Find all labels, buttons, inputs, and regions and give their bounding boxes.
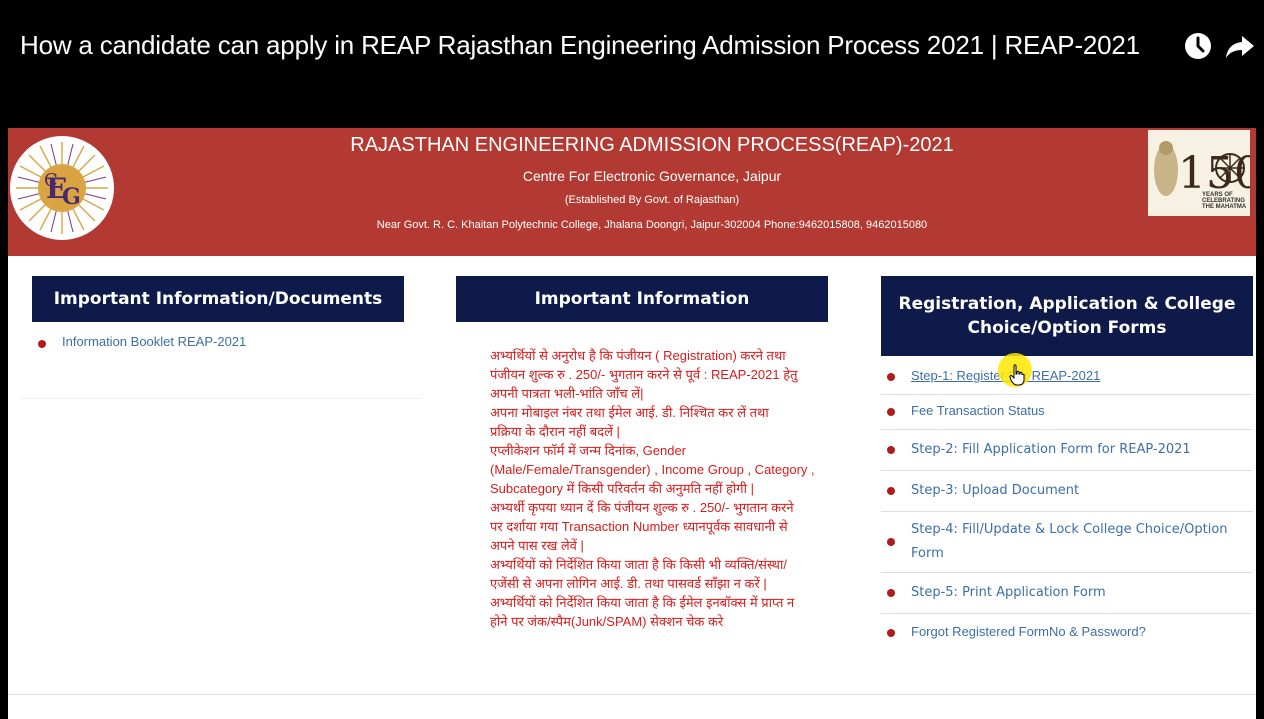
hand-pointer-icon bbox=[1009, 364, 1025, 386]
video-title[interactable]: How a candidate can apply in REAP Rajast… bbox=[20, 30, 1140, 61]
list-item[interactable]: Step-4: Fill/Update & Lock College Choic… bbox=[881, 512, 1253, 573]
bullet-icon bbox=[887, 487, 895, 495]
list-item[interactable]: Fee Transaction Status bbox=[881, 395, 1253, 430]
banner-title: RAJASTHAN ENGINEERING ADMISSION PROCESS(… bbox=[350, 134, 954, 156]
bullet-icon bbox=[887, 538, 895, 546]
150-years-badge: 150 YEARS OF CELEBRATING THE MAHATMA bbox=[1148, 130, 1262, 216]
important-info-heading: Important Information bbox=[456, 276, 828, 322]
clock-icon[interactable] bbox=[1182, 30, 1214, 62]
important-documents-heading: Important Information/Documents bbox=[32, 276, 404, 322]
bullet-icon bbox=[887, 373, 895, 381]
banner-address: Near Govt. R. C. Khaitan Polytechnic Col… bbox=[376, 219, 928, 231]
list-item[interactable]: Forgot Registered FormNo & Password? bbox=[881, 614, 1253, 652]
list-item[interactable]: Step-1: Register For REAP-2021 bbox=[881, 360, 1253, 395]
bullet-icon bbox=[887, 589, 895, 597]
bullet-icon bbox=[38, 340, 46, 348]
step5-print-form-link[interactable]: Step-5: Print Application Form bbox=[911, 581, 1253, 605]
documents-list: Information Booklet REAP-2021 bbox=[32, 334, 404, 360]
fee-transaction-status-link[interactable]: Fee Transaction Status bbox=[911, 399, 1253, 423]
banner-established: (Established By Govt. of Rajasthan) bbox=[564, 194, 740, 206]
list-item[interactable]: Information Booklet REAP-2021 bbox=[32, 334, 404, 360]
registration-list: Step-1: Register For REAP-2021 Fee Trans… bbox=[881, 360, 1253, 652]
video-title-bar: How a candidate can apply in REAP Rajast… bbox=[0, 0, 1264, 128]
share-icon[interactable] bbox=[1224, 30, 1256, 62]
list-item[interactable]: Step-5: Print Application Form bbox=[881, 573, 1253, 614]
badge-caption: YEARS OF CELEBRATING THE MAHATMA bbox=[1202, 192, 1247, 210]
forgot-formno-password-link[interactable]: Forgot Registered FormNo & Password? bbox=[911, 620, 1253, 644]
list-item[interactable]: Step-2: Fill Application Form for REAP-2… bbox=[881, 430, 1253, 471]
registration-heading: Registration, Application & College Choi… bbox=[881, 276, 1253, 356]
bullet-icon bbox=[887, 629, 895, 637]
site-banner: E G C RAJASTHAN ENGINEERING ADMISSION PR… bbox=[8, 128, 1262, 256]
divider bbox=[22, 398, 422, 399]
divider bbox=[8, 694, 1256, 695]
step4-college-choice-link[interactable]: Step-4: Fill/Update & Lock College Choic… bbox=[911, 518, 1253, 566]
banner-subtitle: Centre For Electronic Governance, Jaipur bbox=[522, 168, 782, 184]
information-booklet-link[interactable]: Information Booklet REAP-2021 bbox=[62, 334, 246, 349]
important-info-text: अभ्यर्थियों से अनुरोध है कि पंजीयन ( Reg… bbox=[490, 348, 815, 629]
step2-application-form-link[interactable]: Step-2: Fill Application Form for REAP-2… bbox=[911, 438, 1253, 462]
step3-upload-document-link[interactable]: Step-3: Upload Document bbox=[911, 479, 1253, 503]
list-item[interactable]: Step-3: Upload Document bbox=[881, 471, 1253, 512]
bullet-icon bbox=[887, 446, 895, 454]
step1-register-link[interactable]: Step-1: Register For REAP-2021 bbox=[911, 364, 1253, 388]
bullet-icon bbox=[887, 408, 895, 416]
